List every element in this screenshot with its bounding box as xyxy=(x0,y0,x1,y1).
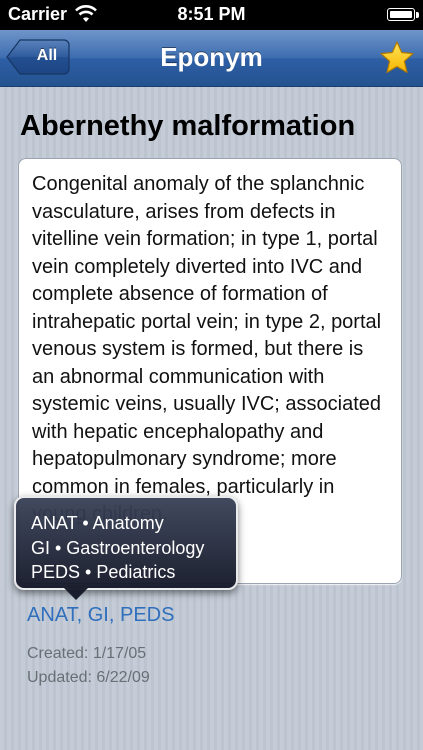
favorite-star-icon[interactable] xyxy=(379,40,415,76)
specialty-tags-link[interactable]: ANAT, GI, PEDS xyxy=(27,604,174,627)
definition-text: Congenital anomaly of the splanchnic vas… xyxy=(32,173,382,525)
tooltip-item-peds: PEDS • Pediatrics xyxy=(31,562,176,582)
updated-date: Updated: 6/22/09 xyxy=(27,669,150,686)
clock-time: 8:51 PM xyxy=(177,4,246,24)
navigation-bar: All Eponym xyxy=(0,30,423,87)
tooltip-arrow xyxy=(64,588,88,600)
created-date: Created: 1/17/05 xyxy=(27,645,147,662)
battery-tip xyxy=(416,12,419,18)
entry-title: Abernethy malformation xyxy=(20,110,356,142)
status-bar: Carrier 8:51 PM xyxy=(0,0,423,30)
tags-tooltip[interactable]: ANAT • Anatomy GI • Gastroenterology PED… xyxy=(14,496,238,590)
page-header-title: Eponym xyxy=(160,42,263,72)
tooltip-item-anat: ANAT • Anatomy xyxy=(31,513,164,533)
battery-icon xyxy=(387,8,415,21)
tooltip-item-gi: GI • Gastroenterology xyxy=(31,537,205,558)
